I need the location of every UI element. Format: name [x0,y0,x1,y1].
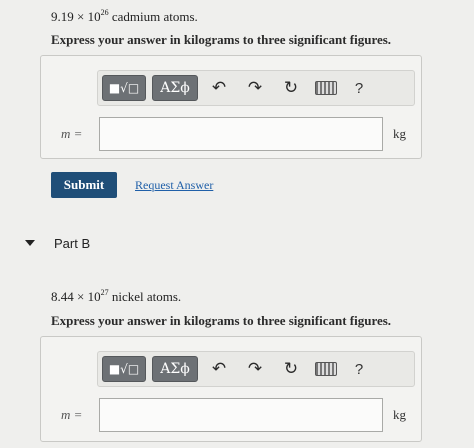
part-b-variable-label: m = [61,407,83,422]
times-sign: × [77,9,85,24]
undo-icon[interactable]: ↶ [204,356,234,382]
part-b-title[interactable]: Part B [54,236,90,251]
reset-icon[interactable]: ↻ [276,356,306,382]
keyboard-icon[interactable] [312,75,340,101]
part-b-answer-input[interactable] [99,398,383,432]
part-a-answer-box: ■√□ ΑΣϕ ↶ ↷ ↻ ? m = kg [40,55,422,159]
part-a-answer-input[interactable] [99,117,383,151]
submit-button[interactable]: Submit [51,172,117,198]
redo-icon[interactable]: ↷ [240,356,270,382]
coefficient: 8.44 [51,289,74,304]
part-a-math-toolbar: ■√□ ΑΣϕ ↶ ↷ ↻ ? [97,70,415,106]
part-b-problem: 8.44 × 1027 nickel atoms. [51,288,181,305]
request-answer-link[interactable]: Request Answer [135,178,213,193]
part-a-unit: kg [393,126,406,141]
exponent: 27 [100,288,109,297]
greek-symbols-icon[interactable]: ΑΣϕ [152,75,198,101]
templates-icon[interactable]: ■√□ [102,356,146,382]
times-sign: × [77,289,85,304]
help-icon[interactable]: ? [346,356,372,382]
exponent: 26 [100,8,109,17]
part-a-variable-label: m = [61,126,83,141]
part-b-answer-box: ■√□ ΑΣϕ ↶ ↷ ↻ ? m = kg [40,336,422,442]
templates-icon[interactable]: ■√□ [102,75,146,101]
part-a-instruction: Express your answer in kilograms to thre… [51,32,392,47]
part-b-unit: kg [393,407,406,422]
help-icon[interactable]: ? [346,75,372,101]
redo-icon[interactable]: ↷ [240,75,270,101]
keyboard-icon[interactable] [312,356,340,382]
part-b-math-toolbar: ■√□ ΑΣϕ ↶ ↷ ↻ ? [97,351,415,387]
keyboard-glyph [315,81,337,95]
substance: nickel atoms. [111,289,182,304]
substance: cadmium atoms. [111,9,198,24]
coefficient: 9.19 [51,9,74,24]
undo-icon[interactable]: ↶ [204,75,234,101]
base: 10 [87,289,101,304]
base: 10 [87,9,101,24]
keyboard-glyph [315,362,337,376]
greek-symbols-icon[interactable]: ΑΣϕ [152,356,198,382]
caret-down-icon[interactable] [25,240,35,246]
part-b-instruction: Express your answer in kilograms to thre… [51,313,392,328]
part-a-problem: 9.19 × 1026 cadmium atoms. [51,8,198,25]
reset-icon[interactable]: ↻ [276,75,306,101]
